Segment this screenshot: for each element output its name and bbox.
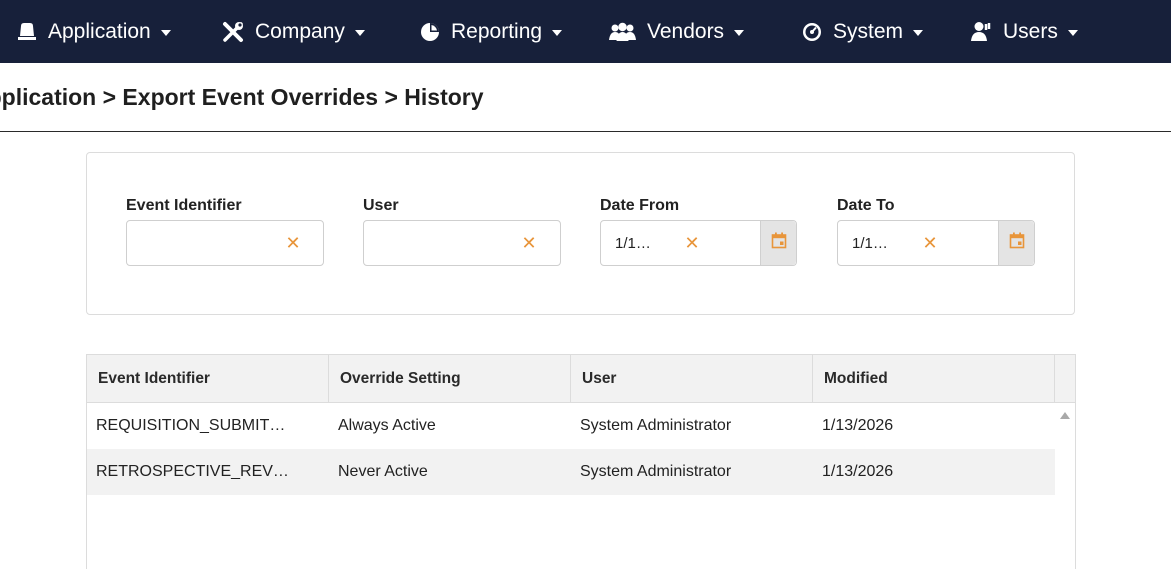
page-title: Application > Export Event Overrides > H… [0, 84, 513, 114]
user-filter-label: User [363, 197, 399, 214]
bell-icon [17, 22, 37, 41]
chevron-down-icon [913, 29, 924, 36]
clear-icon[interactable]: ✕ [521, 234, 537, 252]
chevron-down-icon [734, 29, 745, 36]
scroll-up-arrow-icon[interactable] [1060, 412, 1070, 419]
grid-header: Event Identifier Override Setting User M… [87, 355, 1075, 403]
cell-modified: 1/13/2026 [822, 417, 894, 434]
cell-user: System Administrator [580, 417, 732, 434]
nav-vendors-label: Vendors [647, 19, 725, 43]
date-to-input[interactable]: 1/1… ✕ [837, 220, 1035, 266]
nav-reporting[interactable]: Reporting [420, 0, 563, 63]
nav-application[interactable]: Application [17, 0, 171, 63]
column-header-modified[interactable]: Modified [813, 355, 1055, 403]
nav-company[interactable]: Company [222, 0, 365, 63]
cell-user: System Administrator [580, 463, 732, 480]
column-header-override-setting[interactable]: Override Setting [329, 355, 571, 403]
chevron-down-icon [552, 29, 563, 36]
chevron-down-icon [1067, 29, 1078, 36]
calendar-icon [1009, 232, 1025, 254]
cell-override-setting: Never Active [338, 463, 428, 480]
date-from-value: 1/1… [615, 235, 651, 252]
chevron-down-icon [354, 29, 365, 36]
nav-vendors[interactable]: Vendors [609, 0, 745, 63]
column-header-scroll-spacer [1055, 355, 1075, 403]
date-from-input[interactable]: 1/1… ✕ [600, 220, 797, 266]
date-from-label: Date From [600, 197, 680, 214]
filter-panel: Event Identifier ✕ User ✕ Date From 1/1…… [86, 152, 1075, 315]
date-from-calendar-button[interactable] [760, 221, 796, 265]
breadcrumb: Application > Export Event Overrides > H… [0, 84, 484, 110]
nav-application-label: Application [48, 19, 151, 43]
calendar-icon [771, 232, 787, 254]
clear-icon[interactable]: ✕ [285, 234, 301, 252]
cell-override-setting: Always Active [338, 417, 436, 434]
cell-event-identifier: RETROSPECTIVE_REV… [96, 463, 289, 480]
nav-company-label: Company [255, 19, 345, 43]
clear-icon[interactable]: ✕ [684, 234, 700, 252]
cell-modified: 1/13/2026 [822, 463, 894, 480]
date-to-value: 1/1… [852, 235, 888, 252]
date-to-calendar-button[interactable] [998, 221, 1034, 265]
date-to-label: Date To [837, 197, 895, 214]
gauge-icon [802, 22, 822, 42]
nav-users[interactable]: Users [970, 0, 1078, 63]
users-group-icon [609, 22, 636, 42]
history-grid: Event Identifier Override Setting User M… [86, 354, 1076, 569]
top-navigation: Application Company Reporting Vendors Sy… [0, 0, 1171, 63]
column-header-event-identifier[interactable]: Event Identifier [87, 355, 329, 403]
vertical-scrollbar[interactable] [1055, 403, 1075, 569]
user-filter-input[interactable]: ✕ [363, 220, 561, 266]
event-identifier-input[interactable]: ✕ [126, 220, 324, 266]
nav-system-label: System [833, 19, 904, 43]
user-icon [970, 21, 992, 43]
tools-icon [222, 21, 244, 43]
event-identifier-label: Event Identifier [126, 197, 242, 214]
clear-icon[interactable]: ✕ [922, 234, 938, 252]
cell-event-identifier: REQUISITION_SUBMIT… [96, 417, 286, 434]
nav-system[interactable]: System [802, 0, 924, 63]
title-divider [0, 131, 1171, 132]
nav-reporting-label: Reporting [451, 19, 543, 43]
table-row[interactable]: RETROSPECTIVE_REV… Never Active System A… [87, 449, 1055, 495]
nav-users-label: Users [1003, 19, 1058, 43]
table-row[interactable]: REQUISITION_SUBMIT… Always Active System… [87, 403, 1055, 449]
pie-chart-icon [420, 22, 440, 42]
column-header-user[interactable]: User [571, 355, 813, 403]
chevron-down-icon [160, 29, 171, 36]
